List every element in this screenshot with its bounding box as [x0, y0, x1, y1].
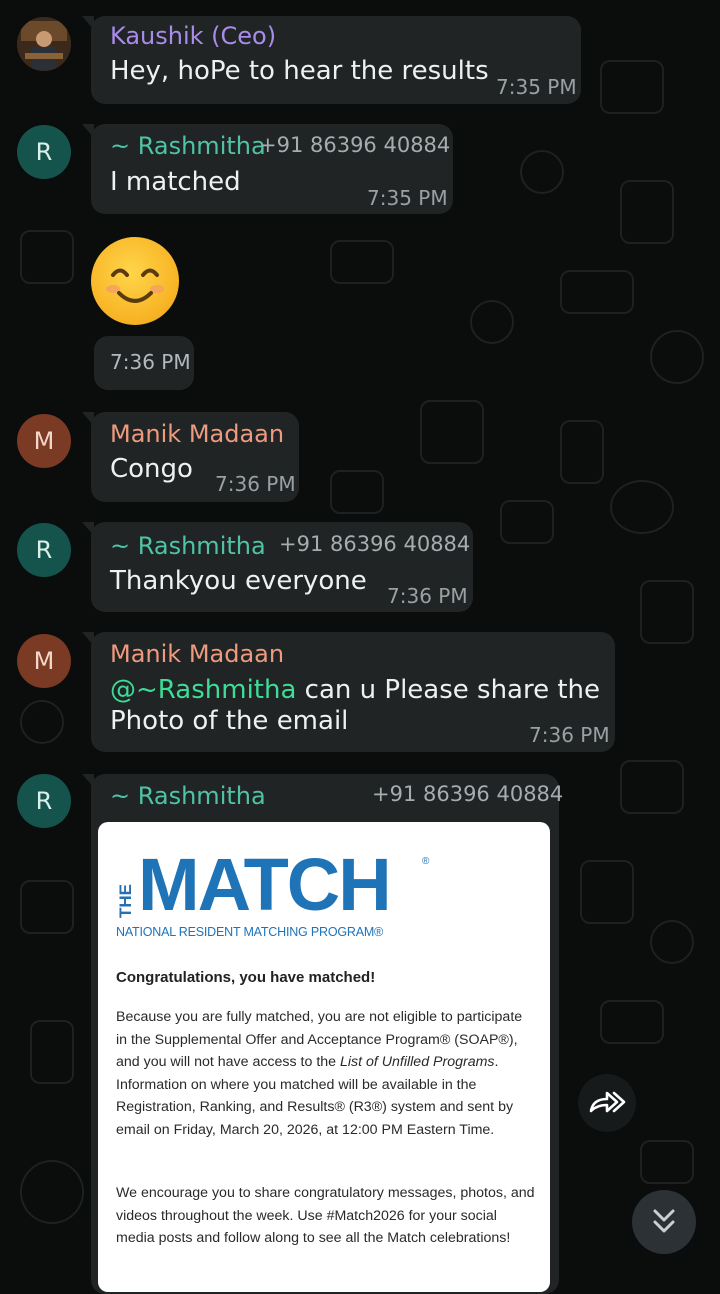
email-title: Congratulations, you have matched! [116, 969, 376, 986]
message-text: Hey, hoPe to hear the results [110, 56, 489, 86]
match-logo-registered: ® [422, 856, 430, 867]
message-bubble[interactable]: Kaushik (Ceo) Hey, hoPe to hear the resu… [82, 16, 581, 104]
message-time: 7:35 PM [496, 75, 577, 99]
sender-name[interactable]: ~ Rashmitha [110, 532, 266, 560]
email-paragraph: We encourage you to share congratulatory… [116, 1185, 535, 1247]
avatar-rashmitha[interactable]: R [17, 774, 71, 828]
chevron-double-down-icon [653, 1209, 675, 1233]
message-bubble[interactable]: Manik Madaan Congo 7:36 PM [82, 412, 299, 502]
mention-link[interactable]: @~Rashmitha [110, 675, 296, 705]
sender-name[interactable]: Kaushik (Ceo) [110, 22, 276, 50]
match-logo: MATCH [138, 843, 392, 926]
emoji-time-chip: 7:36 PM [94, 336, 194, 390]
message-time: 7:36 PM [110, 350, 191, 374]
forward-icon [589, 1091, 626, 1113]
message-text: I matched [110, 167, 241, 197]
avatar-kaushik[interactable] [17, 17, 71, 71]
sender-name[interactable]: ~ Rashmitha [110, 782, 266, 810]
email-paragraph-italic: List of Unfilled Programs [339, 1054, 495, 1071]
message-time: 7:35 PM [367, 186, 448, 210]
sender-phone: +91 86396 40884 [372, 782, 564, 806]
match-logo-subtitle: NATIONAL RESIDENT MATCHING PROGRAM® [116, 925, 384, 939]
avatar-rashmitha[interactable]: R [17, 125, 71, 179]
message-bubble[interactable]: ~ Rashmitha +91 86396 40884 I matched 7:… [82, 124, 453, 214]
smiling-face-emoji[interactable] [91, 237, 179, 325]
sender-phone: +91 86396 40884 [259, 133, 451, 157]
message-bubble[interactable]: ~ Rashmitha +91 86396 40884 Thankyou eve… [82, 522, 473, 612]
scroll-to-bottom-button[interactable] [632, 1190, 696, 1254]
message-text: Congo [110, 454, 193, 484]
profile-photo-icon [17, 17, 71, 71]
message-text: can u Please share the [296, 675, 601, 705]
message-time: 7:36 PM [529, 723, 610, 747]
message-text: Photo of the email [110, 706, 349, 736]
message-text: Thankyou everyone [110, 566, 367, 596]
sender-phone: +91 86396 40884 [279, 532, 471, 556]
email-paragraph: Because you are fully matched, you are n… [116, 1006, 536, 1142]
avatar-manik[interactable]: M [17, 634, 71, 688]
forward-button[interactable] [578, 1074, 636, 1132]
message-time: 7:36 PM [215, 472, 296, 496]
message-bubble[interactable]: Manik Madaan @~Rashmitha can u Please sh… [82, 632, 615, 752]
email-screenshot-image[interactable]: THE MATCH ® NATIONAL RESIDENT MATCHING P… [98, 822, 550, 1292]
sender-name[interactable]: Manik Madaan [110, 420, 284, 448]
smiling-face-icon [106, 268, 164, 303]
sender-name[interactable]: Manik Madaan [110, 640, 284, 668]
avatar-rashmitha[interactable]: R [17, 523, 71, 577]
avatar-manik[interactable]: M [17, 414, 71, 468]
message-text-line: @~Rashmitha can u Please share the [110, 675, 600, 705]
message-time: 7:36 PM [387, 584, 468, 608]
sender-name[interactable]: ~ Rashmitha [110, 132, 266, 160]
